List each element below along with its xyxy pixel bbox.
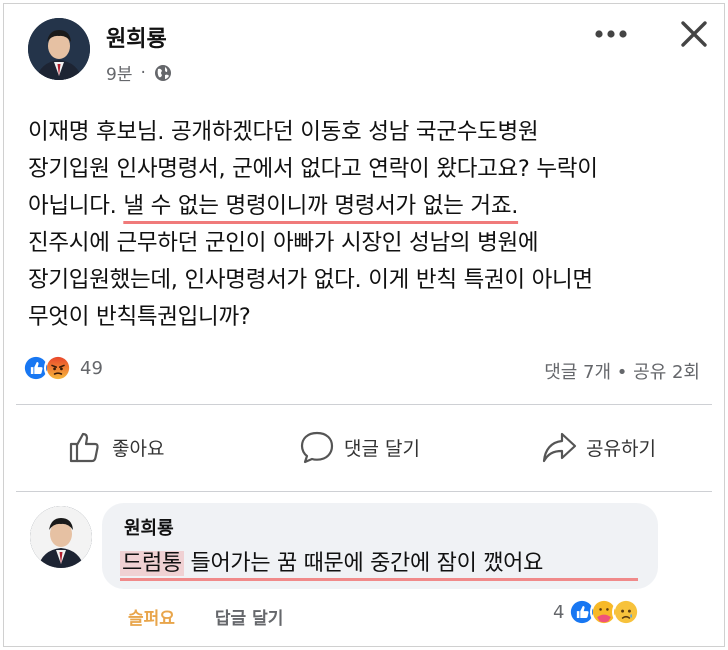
comment-highlight-word: 드럼통 <box>120 551 184 576</box>
comment-label: 댓글 달기 <box>344 437 420 460</box>
post-body: 이재명 후보님. 공개하겠다던 이동호 성남 국군수도병원 장기입원 인사명령서… <box>28 114 708 336</box>
globe-icon <box>154 64 171 81</box>
close-icon[interactable] <box>678 18 710 50</box>
thumbs-up-icon <box>69 432 99 463</box>
comment-button[interactable]: 댓글 달기 <box>298 428 420 466</box>
comment-reaction-count: 4 <box>553 601 565 623</box>
comment-reaction-button[interactable]: 슬퍼요 <box>128 604 175 629</box>
like-label: 좋아요 <box>112 437 165 460</box>
highlighted-sentence: 낼 수 없는 명령이니까 명령서가 없는 거죠. <box>123 193 519 219</box>
post-line: 이재명 후보님. 공개하겠다던 이동호 성남 국군수도병원 <box>28 119 539 145</box>
post-stats[interactable]: 댓글 7개 • 공유 2회 <box>544 358 700 384</box>
post-author-name[interactable]: 원희룡 <box>106 21 167 53</box>
avatar[interactable] <box>30 506 92 568</box>
comment-text-rest: 들어가는 꿈 때문에 중간에 잠이 깼어요 <box>183 551 544 576</box>
post-line: 장기입원했는데, 인사명령서가 없다. 이게 반칙 특권이 아니면 <box>28 267 593 293</box>
comment-reaction-summary[interactable]: 4 <box>553 598 641 626</box>
angry-reaction-icon <box>44 354 72 382</box>
comment-actions: 슬퍼요 답글 달기 <box>128 604 283 629</box>
post-line: 진주시에 근무하던 군인이 아빠가 시장인 성남의 병원에 <box>28 230 539 256</box>
share-icon <box>542 432 577 463</box>
comment-author-name[interactable]: 원희룡 <box>124 514 174 540</box>
share-label: 공유하기 <box>586 437 656 460</box>
more-icon[interactable] <box>594 24 628 44</box>
meta-separator: · <box>140 62 146 83</box>
divider <box>16 404 712 405</box>
post-line: 무엇이 반칙특권입니까? <box>28 304 251 330</box>
reply-button[interactable]: 답글 달기 <box>215 604 283 629</box>
sad-reaction-icon <box>612 598 641 626</box>
post-line-prefix: 아닙니다. <box>28 193 124 219</box>
post-line: 장기입원 인사명령서, 군에서 없다고 연락이 왔다고요? 누락이 <box>28 156 598 182</box>
avatar[interactable] <box>28 18 90 80</box>
comment-underline <box>120 578 638 581</box>
comment-text: 드럼통 들어가는 꿈 때문에 중간에 잠이 깼어요 <box>120 545 543 577</box>
share-button[interactable]: 공유하기 <box>540 428 656 466</box>
post-meta: 9분 · <box>106 60 172 85</box>
reaction-summary[interactable]: 49 <box>22 354 103 382</box>
post-time[interactable]: 9분 <box>106 60 132 85</box>
comment-icon <box>300 431 334 464</box>
reaction-count: 49 <box>80 357 103 379</box>
post-line: 아닙니다. 낼 수 없는 명령이니까 명령서가 없는 거죠. <box>28 188 708 225</box>
divider <box>16 491 712 492</box>
like-button[interactable]: 좋아요 <box>66 428 164 466</box>
